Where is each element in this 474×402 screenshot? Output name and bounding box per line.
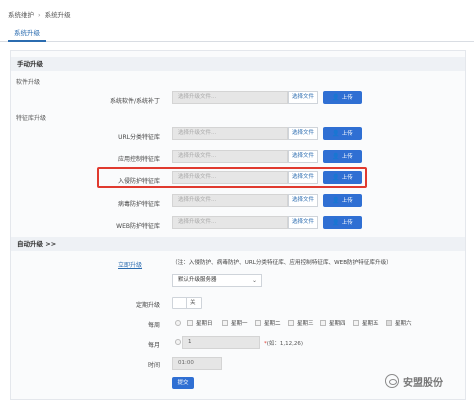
weekly-radio[interactable]: [175, 320, 181, 326]
file-input[interactable]: 选择升级文件...: [172, 91, 288, 104]
upload-label: 上传: [341, 220, 353, 226]
row-label: 系统软件/系统补丁: [109, 98, 160, 105]
watermark: 安盟股份: [403, 378, 443, 389]
upload-button[interactable]: 👤 上传: [323, 171, 362, 184]
upload-button[interactable]: 👤 上传: [323, 150, 362, 163]
user-upload-icon: 👤: [332, 219, 340, 226]
monthly-day-input[interactable]: 1: [182, 336, 260, 349]
choose-file-button[interactable]: 选择文件: [288, 216, 318, 229]
section-manual-upgrade: 手动升级: [11, 57, 465, 71]
time-input[interactable]: 01:00: [172, 357, 222, 370]
weekday-label: 星期五: [362, 321, 379, 327]
breadcrumb-item: 系统升级: [44, 11, 71, 19]
weekly-label: 每周: [147, 322, 160, 329]
tab-system-upgrade[interactable]: 系统升级: [8, 26, 46, 42]
weekday-checkbox[interactable]: [187, 320, 193, 326]
monthly-hint-text: (如：1,12,26): [266, 341, 304, 347]
submit-button[interactable]: 提交: [172, 377, 194, 389]
tab-bar: [0, 26, 474, 42]
periodic-upgrade-label: 定期升级: [135, 302, 160, 309]
upload-label: 上传: [341, 131, 353, 137]
user-upload-icon: 👤: [332, 94, 340, 101]
choose-file-button[interactable]: 选择文件: [288, 91, 318, 104]
upload-label: 上传: [341, 154, 353, 160]
monthly-hint: *(如：1,12,26): [264, 339, 303, 347]
upload-button[interactable]: 👤 上传: [323, 216, 362, 229]
upload-label: 上传: [341, 95, 353, 101]
user-upload-icon: 👤: [332, 174, 340, 181]
file-input[interactable]: 选择升级文件...: [172, 171, 288, 184]
breadcrumb-separator: ›: [38, 11, 41, 19]
weekday-label: 星期一: [231, 321, 248, 327]
user-upload-icon: 👤: [332, 130, 340, 137]
choose-file-button[interactable]: 选择文件: [288, 127, 318, 140]
section-auto-upgrade[interactable]: 自动升级 >>: [11, 237, 465, 251]
upgrade-now-link[interactable]: 立即升级: [118, 260, 142, 269]
server-select-value: 默认升级服务器: [178, 277, 217, 283]
signature-upgrade-label: 特征库升级: [16, 115, 47, 122]
weekday-label: 星期四: [329, 321, 346, 327]
upload-button[interactable]: 👤 上传: [323, 127, 362, 140]
monthly-label: 每月: [147, 342, 160, 349]
auto-upgrade-note: （注：入侵防护、病毒防护、URL分类特征库、应用控制特征库、WEB防护特征库升级…: [172, 260, 392, 266]
weekday-label: 星期三: [297, 321, 314, 327]
file-input[interactable]: 选择升级文件...: [172, 216, 288, 229]
weekday-checkbox[interactable]: [353, 320, 359, 326]
monthly-radio[interactable]: [175, 339, 181, 345]
upload-button[interactable]: 👤 上传: [323, 194, 362, 207]
row-label: URL分类特征库: [118, 134, 160, 141]
weekday-checkbox[interactable]: [255, 320, 261, 326]
weekday-checkbox[interactable]: [222, 320, 228, 326]
weekday-checkbox[interactable]: [320, 320, 326, 326]
choose-file-button[interactable]: 选择文件: [288, 194, 318, 207]
server-select[interactable]: 默认升级服务器 ⌄: [172, 274, 262, 287]
periodic-upgrade-toggle[interactable]: 关: [172, 297, 202, 309]
user-upload-icon: 👤: [332, 197, 340, 204]
choose-file-button[interactable]: 选择文件: [288, 171, 318, 184]
toggle-text: 关: [190, 300, 196, 306]
weekday-label: 星期二: [264, 321, 281, 327]
choose-file-button[interactable]: 选择文件: [288, 150, 318, 163]
row-label: 病毒防护特征库: [117, 201, 160, 208]
weekday-checkbox[interactable]: [386, 320, 392, 326]
row-label: 入侵防护特征库: [117, 178, 160, 185]
weekday-label: 星期日: [196, 321, 213, 327]
file-input[interactable]: 选择升级文件...: [172, 194, 288, 207]
wechat-icon: [385, 374, 399, 388]
time-label: 时间: [147, 362, 160, 369]
chevron-down-icon: ⌄: [251, 277, 257, 284]
upload-label: 上传: [341, 175, 353, 181]
user-upload-icon: 👤: [332, 153, 340, 160]
file-input[interactable]: 选择升级文件...: [172, 127, 288, 140]
breadcrumb-item[interactable]: 系统维护: [8, 11, 34, 19]
file-input[interactable]: 选择升级文件...: [172, 150, 288, 163]
software-upgrade-label: 软件升级: [16, 79, 41, 86]
row-label: WEB防护特征库: [116, 223, 160, 230]
upload-button[interactable]: 👤 上传: [323, 91, 362, 104]
toggle-knob: [173, 298, 187, 308]
row-label: 应用控制特征库: [117, 156, 160, 163]
upload-label: 上传: [341, 198, 353, 204]
breadcrumb: 系统维护 › 系统升级: [8, 9, 71, 19]
weekday-label: 星期六: [395, 321, 412, 327]
weekday-checkbox[interactable]: [288, 320, 294, 326]
